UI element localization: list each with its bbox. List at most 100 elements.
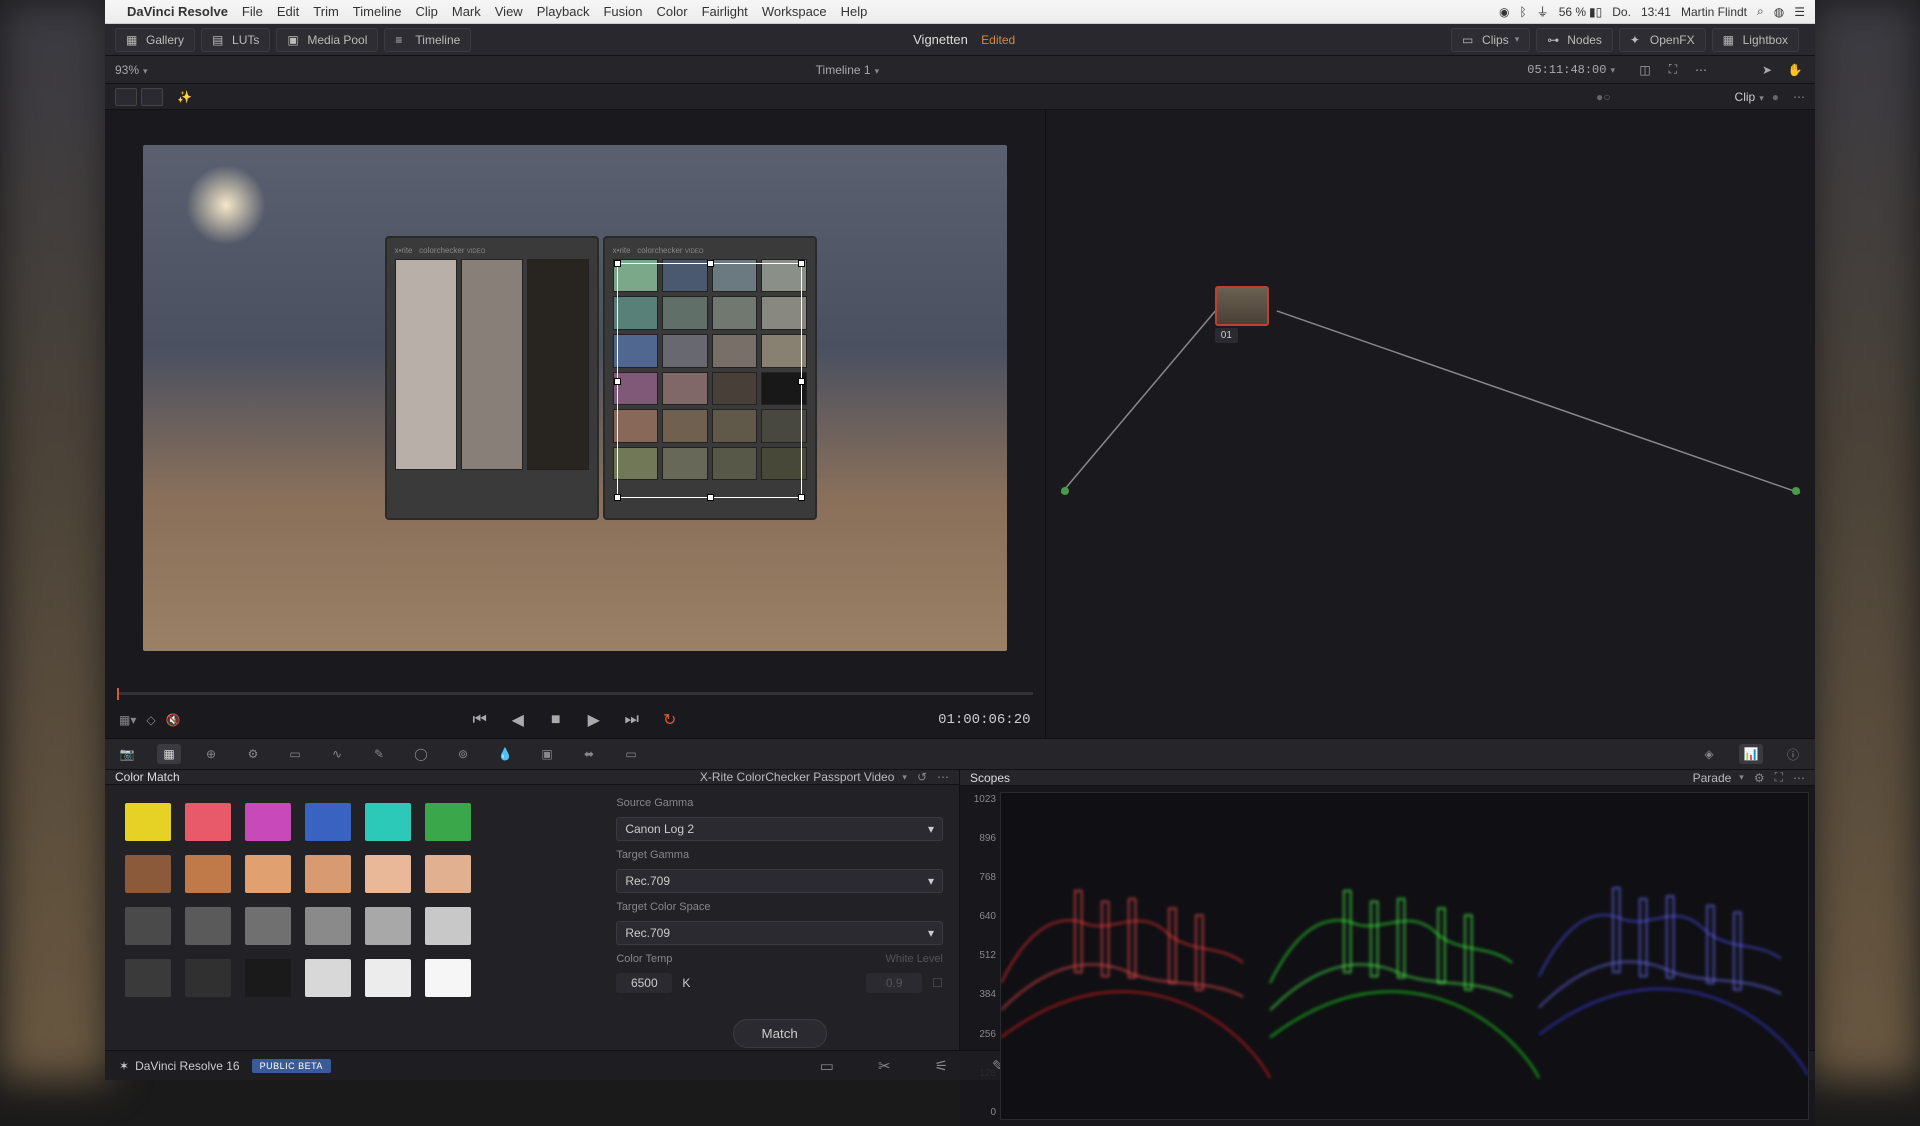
menu-view[interactable]: View [495, 4, 523, 19]
screen-record-icon[interactable]: ◉ [1499, 5, 1509, 19]
node-01[interactable] [1215, 286, 1269, 326]
menu-workspace[interactable]: Workspace [762, 4, 827, 19]
openfx-button[interactable]: ✦OpenFX [1619, 28, 1706, 52]
loop-button[interactable]: ↻ [658, 708, 682, 732]
timeline-name[interactable]: Timeline 1 [168, 63, 1528, 77]
scopes-settings-icon[interactable]: ⚙ [1754, 771, 1765, 785]
menu-color[interactable]: Color [656, 4, 687, 19]
clips-button[interactable]: ▭Clips▾ [1451, 28, 1530, 52]
more-icon[interactable]: ⋯ [1691, 60, 1711, 80]
color-match-icon[interactable]: ▦ [157, 744, 181, 764]
hand-icon[interactable]: ✋ [1785, 60, 1805, 80]
source-timecode[interactable]: 05:11:48:00 [1527, 63, 1615, 77]
record-timecode[interactable]: 01:00:06:20 [938, 712, 1030, 728]
viewer-scrubber[interactable] [105, 686, 1045, 702]
menu-trim[interactable]: Trim [313, 4, 339, 19]
media-page-icon[interactable]: ▭ [820, 1057, 834, 1075]
menu-mark[interactable]: Mark [452, 4, 481, 19]
siri-icon[interactable]: ◍ [1774, 5, 1784, 19]
playhead[interactable] [117, 688, 119, 700]
overlay-handle-bm[interactable] [707, 494, 714, 501]
target-cs-select[interactable]: Rec.709▾ [616, 921, 943, 945]
view-mode-single[interactable] [115, 88, 137, 106]
scopes-icon[interactable]: 📊 [1739, 744, 1763, 764]
image-wipe-icon[interactable]: ◫ [1635, 60, 1655, 80]
cut-page-icon[interactable]: ✂ [878, 1057, 891, 1075]
bluetooth-icon[interactable]: ᛒ [1519, 5, 1526, 19]
overlay-handle-bl[interactable] [614, 494, 621, 501]
mute-icon[interactable]: 🔇 [166, 713, 181, 727]
wifi-icon[interactable]: ⏚ [1537, 3, 1549, 20]
chart-preset-dropdown[interactable]: X-Rite ColorChecker Passport Video [700, 770, 907, 784]
timeline-button[interactable]: ≡Timeline [384, 28, 471, 52]
bypass-icon[interactable]: ◇ [146, 713, 155, 727]
gallery-button[interactable]: ▦Gallery [115, 28, 195, 52]
key-icon[interactable]: ▣ [535, 744, 559, 764]
menubar-user[interactable]: Martin Flindt [1681, 5, 1747, 19]
color-viewer[interactable]: x•rite colorchecker VIDEO x•rite colorch… [105, 110, 1045, 686]
node-graph-input[interactable] [1061, 487, 1069, 495]
go-last-button[interactable]: ⏭ [620, 708, 644, 732]
node-graph[interactable]: 01 [1046, 110, 1816, 738]
white-level-checkbox[interactable]: ☐ [932, 976, 943, 990]
menu-file[interactable]: File [242, 4, 263, 19]
reset-icon[interactable]: ↺ [917, 770, 927, 784]
curves-icon[interactable]: ∿ [325, 744, 349, 764]
match-button[interactable]: Match [733, 1019, 827, 1048]
menu-fairlight[interactable]: Fairlight [702, 4, 748, 19]
scopes-mode-dropdown[interactable]: Parade [1693, 771, 1744, 785]
node-more-icon[interactable]: ⋯ [1793, 90, 1805, 104]
prev-frame-button[interactable]: ◀ [506, 708, 530, 732]
notification-center-icon[interactable]: ☰ [1794, 5, 1805, 19]
blur-icon[interactable]: 💧 [493, 744, 517, 764]
window-icon[interactable]: ◯ [409, 744, 433, 764]
view-mode-dual[interactable] [141, 88, 163, 106]
target-gamma-select[interactable]: Rec.709▾ [616, 869, 943, 893]
menu-playback[interactable]: Playback [537, 4, 590, 19]
rgb-mixer-icon[interactable]: ⚙ [241, 744, 265, 764]
nodes-button[interactable]: ⊶Nodes [1536, 28, 1613, 52]
node-graph-output[interactable] [1792, 487, 1800, 495]
play-button[interactable]: ▶ [582, 708, 606, 732]
highlight-icon[interactable]: ⛶ [1663, 60, 1683, 80]
lightbox-button[interactable]: ▦Lightbox [1712, 28, 1799, 52]
menu-clip[interactable]: Clip [415, 4, 437, 19]
menu-timeline[interactable]: Timeline [353, 4, 402, 19]
app-toolbar: ▦Gallery ▤LUTs ▣Media Pool ≡Timeline Vig… [105, 24, 1815, 56]
scopes-expand-icon[interactable]: ⛶ [1775, 770, 1783, 785]
viewer-zoom[interactable]: 93% [115, 63, 148, 77]
camera-raw-icon[interactable]: 📷 [115, 744, 139, 764]
menu-help[interactable]: Help [841, 4, 868, 19]
white-level-input[interactable]: 0.9 [866, 973, 922, 993]
info-icon[interactable]: ⓘ [1781, 744, 1805, 764]
auto-color-icon[interactable]: ✨ [177, 90, 192, 104]
scopes-more-icon[interactable]: ⋯ [1793, 771, 1805, 785]
overlay-handle-br[interactable] [798, 494, 805, 501]
stereo-icon[interactable]: ▭ [619, 744, 643, 764]
edit-page-icon[interactable]: ⚟ [935, 1057, 948, 1075]
panel-more-icon[interactable]: ⋯ [937, 770, 949, 784]
slider-dot[interactable]: ●○ [1596, 90, 1611, 104]
reference-swatch [185, 907, 231, 945]
spotlight-icon[interactable]: ⌕ [1757, 4, 1764, 19]
menu-edit[interactable]: Edit [277, 4, 299, 19]
keyframes-icon[interactable]: ◈ [1697, 744, 1721, 764]
reference-swatch [245, 803, 291, 841]
motion-effects-icon[interactable]: ▭ [283, 744, 307, 764]
sizing-icon[interactable]: ⬌ [577, 744, 601, 764]
unmix-icon[interactable]: ▦▾ [119, 713, 136, 727]
menu-fusion[interactable]: Fusion [603, 4, 642, 19]
go-first-button[interactable]: ⏮ [468, 708, 492, 732]
clip-mode[interactable]: Clip [1735, 90, 1764, 104]
source-gamma-select[interactable]: Canon Log 2▾ [616, 817, 943, 841]
color-wheels-icon[interactable]: ⊕ [199, 744, 223, 764]
luts-button[interactable]: ▤LUTs [201, 28, 270, 52]
qualifier-icon[interactable]: ✎ [367, 744, 391, 764]
stop-button[interactable]: ■ [544, 708, 568, 732]
pointer-icon[interactable]: ➤ [1757, 60, 1777, 80]
mediapool-button[interactable]: ▣Media Pool [276, 28, 378, 52]
app-name[interactable]: DaVinci Resolve [127, 4, 228, 19]
color-temp-input[interactable]: 6500 [616, 973, 672, 993]
tracker-icon[interactable]: ⊚ [451, 744, 475, 764]
target-gamma-label: Target Gamma [616, 849, 943, 861]
